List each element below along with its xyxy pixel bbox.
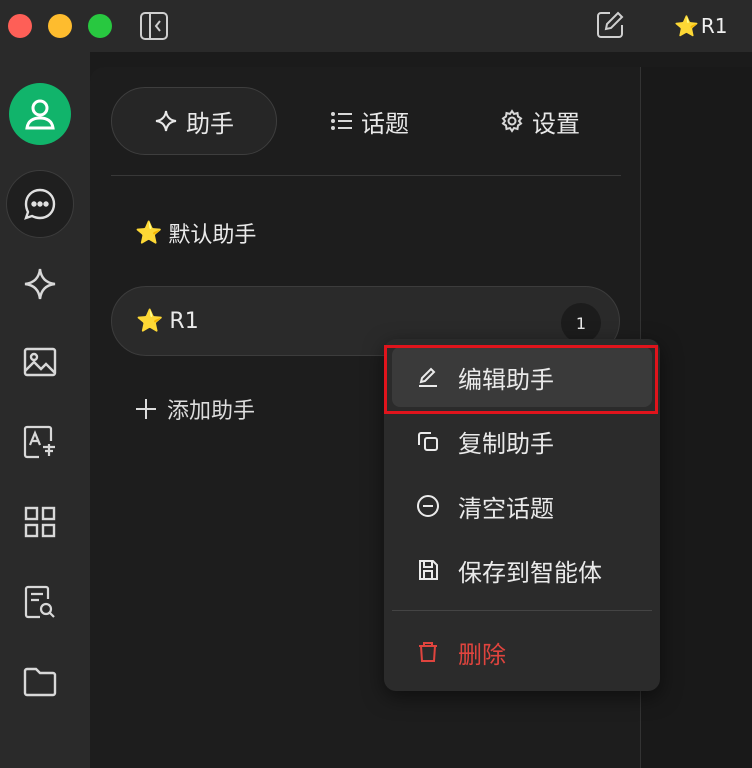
pencil-icon xyxy=(419,367,437,387)
model-name: R1 xyxy=(700,14,728,38)
translate-icon[interactable] xyxy=(20,422,60,462)
star-icon: ⭐ xyxy=(135,220,163,246)
add-assistant-button[interactable]: 添加助手 xyxy=(135,389,255,429)
document-search-icon[interactable] xyxy=(20,582,60,622)
folder-icon[interactable] xyxy=(20,662,60,702)
current-model-label[interactable]: ⭐ R1 xyxy=(674,12,728,40)
copy-icon xyxy=(418,432,438,451)
clear-topics-label: 清空话题 xyxy=(458,494,554,523)
tab-settings[interactable]: 设置 xyxy=(490,87,590,155)
close-window-button[interactable] xyxy=(8,14,32,38)
maximize-window-button[interactable] xyxy=(88,14,112,38)
copy-assistant-menu-item[interactable]: 复制助手 xyxy=(392,411,652,471)
assistant-name: R1 xyxy=(169,308,199,334)
tab-settings-label: 设置 xyxy=(532,109,580,138)
gear-icon xyxy=(501,109,523,133)
assistant-name: 默认助手 xyxy=(168,223,257,248)
save-to-agent-menu-item[interactable]: 保存到智能体 xyxy=(392,540,652,600)
image-icon[interactable] xyxy=(20,342,60,382)
star-icon: ⭐ xyxy=(674,14,699,38)
sparkle-icon[interactable] xyxy=(20,264,60,304)
edit-assistant-label: 编辑助手 xyxy=(458,365,554,394)
add-assistant-label: 添加助手 xyxy=(167,399,256,424)
apps-grid-icon[interactable] xyxy=(20,502,60,542)
assistant-context-menu: 编辑助手 复制助手 清空话题 保存到智能体 删除 xyxy=(384,339,660,691)
sparkle-icon xyxy=(155,110,177,132)
title-bar: ⭐ R1 xyxy=(0,0,752,52)
plus-icon xyxy=(136,399,156,419)
topic-count-badge: 1 xyxy=(561,303,601,343)
chat-icon[interactable] xyxy=(6,170,74,238)
minus-circle-icon xyxy=(417,495,439,517)
save-icon xyxy=(419,560,438,580)
tab-topics[interactable]: 话题 xyxy=(320,87,420,155)
sidebar-toggle-icon[interactable] xyxy=(138,10,170,42)
left-navigation xyxy=(0,52,90,768)
new-chat-edit-icon[interactable] xyxy=(594,9,626,41)
tab-topics-label: 话题 xyxy=(361,109,409,138)
trash-icon xyxy=(419,642,437,662)
menu-divider xyxy=(392,610,652,611)
tab-assistant-label: 助手 xyxy=(186,109,234,138)
list-icon xyxy=(331,112,352,130)
save-to-agent-label: 保存到智能体 xyxy=(458,558,602,587)
delete-assistant-menu-item[interactable]: 删除 xyxy=(392,622,652,682)
copy-assistant-label: 复制助手 xyxy=(458,429,554,458)
clear-topics-menu-item[interactable]: 清空话题 xyxy=(392,476,652,536)
user-avatar-icon[interactable] xyxy=(9,83,71,145)
delete-assistant-label: 删除 xyxy=(458,640,506,669)
edit-assistant-menu-item[interactable]: 编辑助手 xyxy=(392,347,652,407)
assistant-item-default[interactable]: ⭐ 默认助手 xyxy=(111,211,256,255)
tab-divider xyxy=(111,175,621,176)
star-icon: ⭐ xyxy=(136,308,164,334)
tab-assistant[interactable]: 助手 xyxy=(111,87,277,155)
minimize-window-button[interactable] xyxy=(48,14,72,38)
